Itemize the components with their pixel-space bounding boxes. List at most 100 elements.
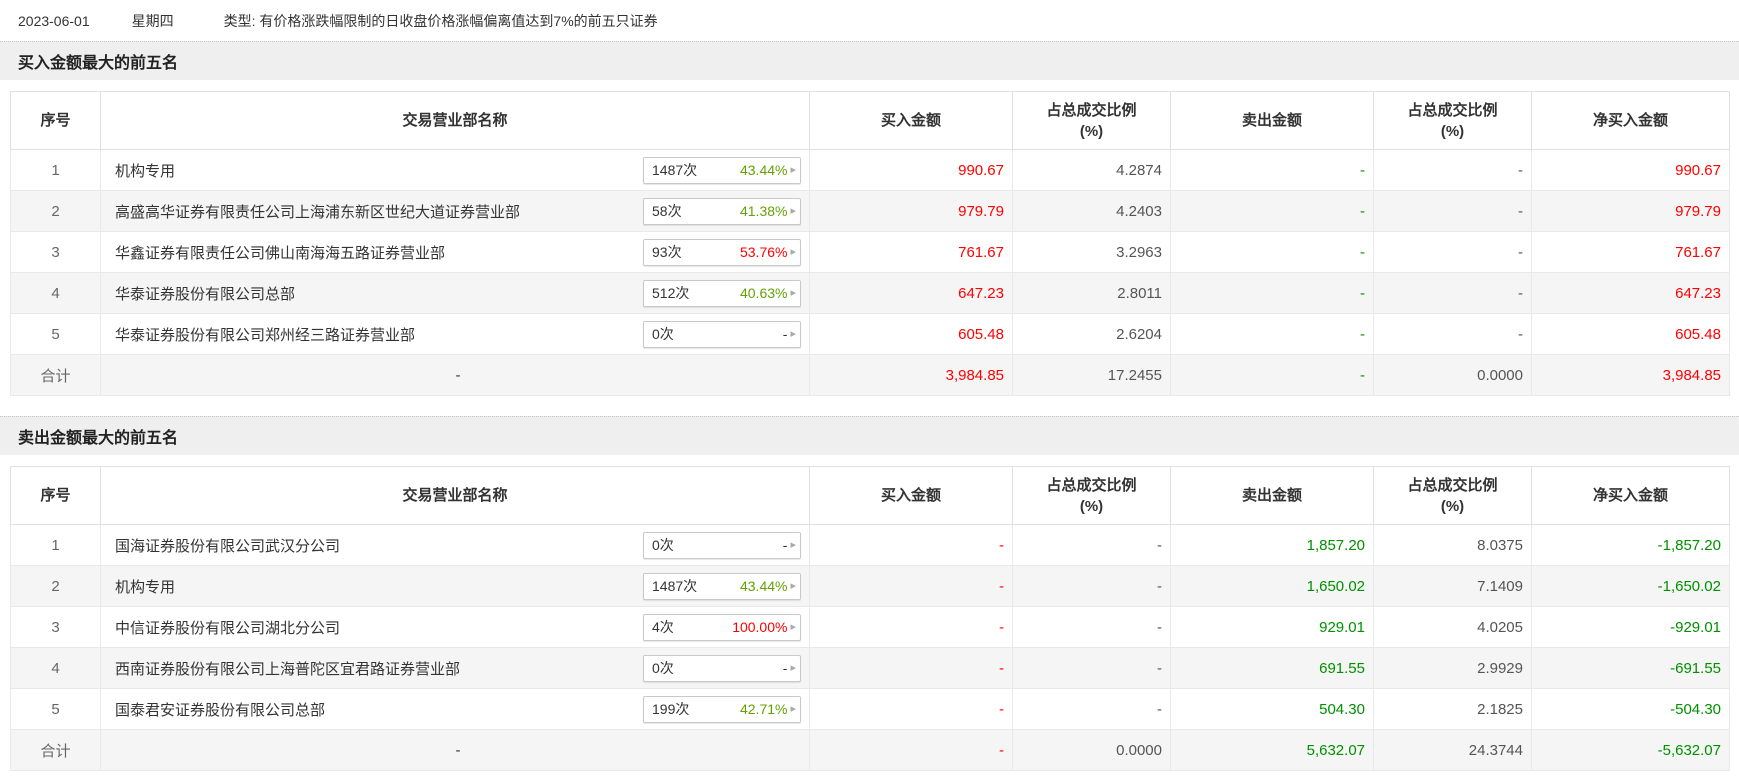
- expand-arrow-icon: ▸: [790, 620, 796, 633]
- sell-top5-section: 卖出金额最大的前五名 序号 交易营业部名称 买入金额 占总成交比例 (%) 卖出金额 占总…: [0, 416, 1739, 771]
- sell-total-ratio-cell: 7.1409: [1373, 565, 1532, 607]
- appearance-count: 199次: [652, 701, 690, 717]
- buy-total-ratio-value: -: [1157, 659, 1162, 677]
- branch-stats-badge[interactable]: 0次 - ▸: [643, 531, 801, 559]
- column-header: 占总成交比例 (%): [1373, 466, 1532, 525]
- buy-total-ratio-value: 4.2403: [1116, 202, 1162, 220]
- appearance-count: 4次: [652, 619, 674, 635]
- branch-name-wrap: 华泰证券股份有限公司总部 512次 40.63% ▸: [115, 279, 801, 307]
- appearance-count: 0次: [652, 326, 674, 342]
- branch-name-cell: 机构专用 1487次 43.44% ▸: [100, 149, 810, 191]
- sell-total-ratio-value: 8.0375: [1477, 536, 1523, 554]
- sell-amount-value: 929.01: [1319, 618, 1365, 636]
- table-header-row: 序号 交易营业部名称 买入金额 占总成交比例 (%) 卖出金额 占总成交比例 (%) 净买入…: [10, 466, 1730, 525]
- branch-name-cell: -: [100, 354, 810, 396]
- branch-name-cell: 西南证券股份有限公司上海普陀区宜君路证券营业部 0次 - ▸: [100, 647, 810, 689]
- buy-total-ratio-cell: 4.2403: [1012, 190, 1171, 232]
- table-row: 4 华泰证券股份有限公司总部 512次 40.63% ▸ 647.23 2.8011 - - 64…: [10, 272, 1730, 314]
- sell-top5-table: 序号 交易营业部名称 买入金额 占总成交比例 (%) 卖出金额 占总成交比例 (%) 净买入…: [10, 466, 1730, 771]
- branch-name-wrap: 中信证券股份有限公司湖北分公司 4次 100.00% ▸: [115, 613, 801, 641]
- table-header-row: 序号 交易营业部名称 买入金额 占总成交比例 (%) 卖出金额 占总成交比例 (%) 净买入…: [10, 91, 1730, 150]
- table-row: 3 华鑫证券有限责任公司佛山南海海五路证券营业部 93次 53.76% ▸ 761.67 3…: [10, 231, 1730, 273]
- win-rate-percent: 100.00%: [732, 619, 788, 635]
- branch-name-wrap: -: [115, 742, 801, 759]
- net-buy-amount-cell: -691.55: [1531, 647, 1730, 689]
- win-rate-percent: 53.76%: [739, 244, 788, 260]
- buy-total-ratio-value: 4.2874: [1116, 161, 1162, 179]
- net-buy-amount-value: -1,857.20: [1657, 536, 1721, 554]
- buy-total-ratio-cell: 2.6204: [1012, 313, 1171, 355]
- section-title-buy: 买入金额最大的前五名: [0, 41, 1739, 80]
- table-row: 5 国泰君安证券股份有限公司总部 199次 42.71% ▸ - -504.30 2.1825…: [10, 688, 1730, 730]
- buy-total-ratio-value: 2.6204: [1116, 325, 1162, 343]
- branch-stats-badge[interactable]: 0次 - ▸: [643, 320, 801, 348]
- sell-amount-value: -: [1360, 243, 1365, 261]
- buy-total-ratio-value: 17.2455: [1107, 366, 1162, 384]
- buy-amount-value: 605.48: [958, 325, 1004, 343]
- sell-total-ratio-cell: -: [1373, 190, 1532, 232]
- row-index: 5: [10, 688, 101, 730]
- buy-total-ratio-cell: 4.2874: [1012, 149, 1171, 191]
- branch-name-wrap: 机构专用 1487次 43.44% ▸: [115, 156, 801, 184]
- branch-name-cell: 华泰证券股份有限公司总部 512次 40.63% ▸: [100, 272, 810, 314]
- buy-total-ratio-cell: 2.8011: [1012, 272, 1171, 314]
- buy-amount-cell: 605.48: [809, 313, 1013, 355]
- buy-amount-cell: 3,984.85: [809, 354, 1013, 396]
- net-buy-amount-value: 605.48: [1675, 325, 1721, 343]
- column-header: 交易营业部名称: [100, 91, 810, 150]
- branch-name: 中信证券股份有限公司湖北分公司: [115, 619, 341, 637]
- column-header: 占总成交比例 (%): [1012, 466, 1171, 525]
- branch-name: 华泰证券股份有限公司郑州经三路证券营业部: [115, 326, 416, 344]
- net-buy-amount-cell: 979.79: [1531, 190, 1730, 232]
- sell-amount-value: 691.55: [1319, 659, 1365, 677]
- branch-name-wrap: 机构专用 1487次 43.44% ▸: [115, 572, 801, 600]
- column-header: 卖出金额: [1170, 466, 1374, 525]
- branch-stats-badge[interactable]: 4次 100.00% ▸: [643, 613, 801, 641]
- buy-total-ratio-cell: -: [1012, 606, 1171, 648]
- branch-name-cell: 国海证券股份有限公司武汉分公司 0次 - ▸: [100, 524, 810, 566]
- table-row: 5 华泰证券股份有限公司郑州经三路证券营业部 0次 - ▸ 605.48 2.6204- -6…: [10, 313, 1730, 355]
- branch-name-cell: 中信证券股份有限公司湖北分公司 4次 100.00% ▸: [100, 606, 810, 648]
- sell-total-ratio-cell: 2.9929: [1373, 647, 1532, 689]
- appearance-count: 0次: [652, 660, 674, 676]
- buy-total-ratio-cell: -: [1012, 524, 1171, 566]
- branch-stats-badge[interactable]: 58次 41.38% ▸: [643, 197, 801, 225]
- buy-amount-value: 990.67: [958, 161, 1004, 179]
- branch-stats-badge[interactable]: 199次 42.71% ▸: [643, 695, 801, 723]
- buy-amount-value: 3,984.85: [945, 366, 1004, 384]
- branch-name: 机构专用: [115, 162, 176, 180]
- sell-total-ratio-value: 0.0000: [1477, 366, 1523, 384]
- sell-total-ratio-cell: -: [1373, 313, 1532, 355]
- net-buy-amount-value: 979.79: [1675, 202, 1721, 220]
- column-header: 交易营业部名称: [100, 466, 810, 525]
- sell-amount-value: -: [1360, 202, 1365, 220]
- buy-total-ratio-value: 3.2963: [1116, 243, 1162, 261]
- buy-amount-cell: 990.67: [809, 149, 1013, 191]
- branch-stats-badge[interactable]: 1487次 43.44% ▸: [643, 156, 801, 184]
- net-buy-amount-value: 761.67: [1675, 243, 1721, 261]
- total-label: 合计: [10, 729, 101, 771]
- sell-amount-cell: -: [1170, 231, 1374, 273]
- sell-total-ratio-cell: 8.0375: [1373, 524, 1532, 566]
- sell-amount-value: -: [1360, 161, 1365, 179]
- sell-amount-cell: -: [1170, 149, 1374, 191]
- net-buy-amount-value: -5,632.07: [1657, 741, 1721, 759]
- net-buy-amount-cell: -504.30: [1531, 688, 1730, 730]
- branch-stats-badge[interactable]: 93次 53.76% ▸: [643, 238, 801, 266]
- branch-stats-badge[interactable]: 0次 - ▸: [643, 654, 801, 682]
- buy-amount-cell: -: [809, 688, 1013, 730]
- branch-name-wrap: 国泰君安证券股份有限公司总部 199次 42.71% ▸: [115, 695, 801, 723]
- row-index: 3: [10, 606, 101, 648]
- branch-name-cell: 机构专用 1487次 43.44% ▸: [100, 565, 810, 607]
- sell-amount-cell: -: [1170, 354, 1374, 396]
- buy-amount-cell: -: [809, 606, 1013, 648]
- sell-amount-value: 5,632.07: [1306, 741, 1365, 759]
- sell-amount-cell: 504.30: [1170, 688, 1374, 730]
- net-buy-amount-value: -929.01: [1670, 618, 1721, 636]
- branch-stats-badge[interactable]: 1487次 43.44% ▸: [643, 572, 801, 600]
- appearance-count: 0次: [652, 537, 674, 553]
- topbar: 2023-06-01 星期四 类型: 有价格涨跌幅限制的日收盘价格涨幅偏离值达到…: [0, 0, 1739, 41]
- branch-stats-badge[interactable]: 512次 40.63% ▸: [643, 279, 801, 307]
- buy-total-ratio-value: -: [1157, 618, 1162, 636]
- branch-name: 高盛高华证券有限责任公司上海浦东新区世纪大道证券营业部: [115, 203, 521, 221]
